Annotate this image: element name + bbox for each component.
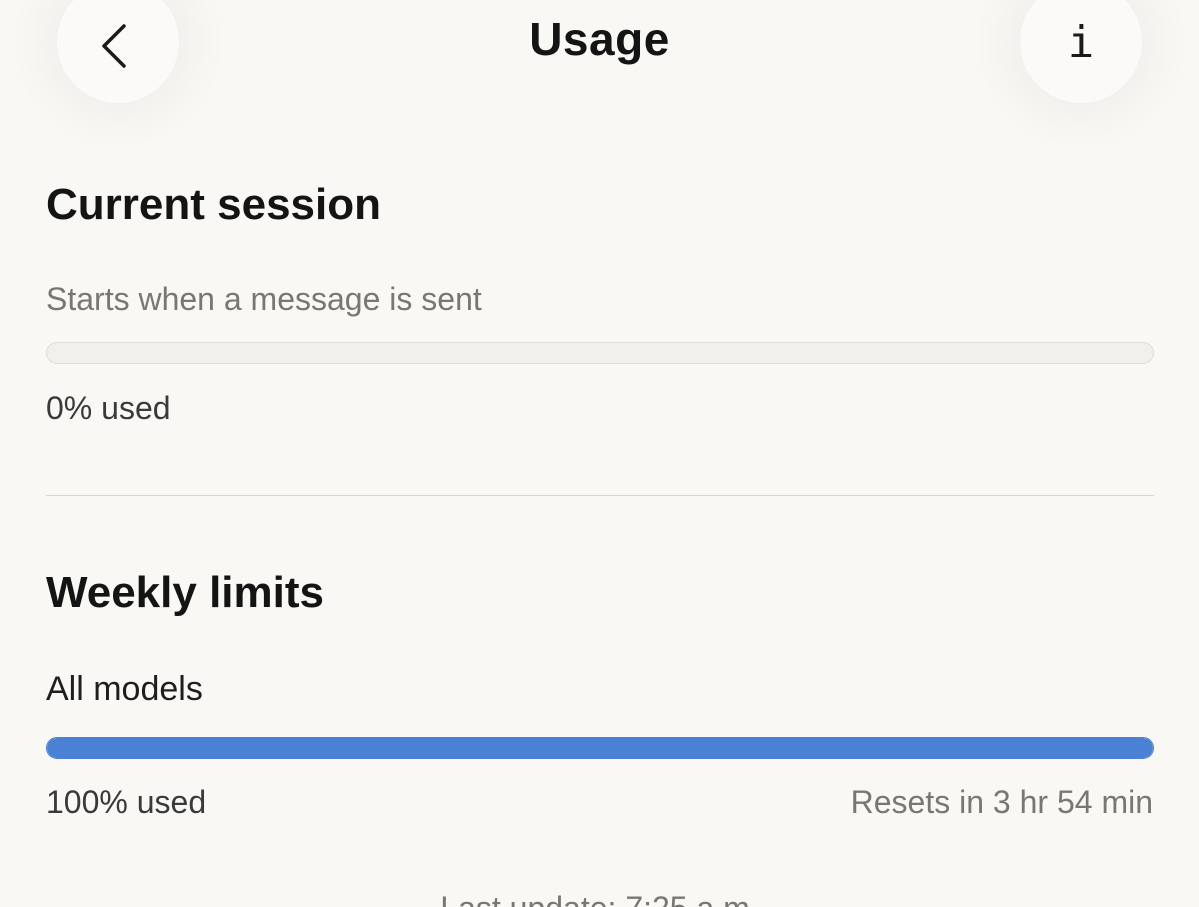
info-icon: i [1067,17,1095,68]
all-models-resets-label: Resets in 3 hr 54 min [850,784,1153,820]
all-models-progress-bar [46,737,1154,759]
last-update-text: Last update: 7:25 a.m. [0,890,1199,907]
info-button[interactable]: i [1020,0,1142,103]
all-models-used-label: 100% used [46,784,207,820]
current-session-used-label: 0% used [46,390,171,426]
weekly-limits-title: Weekly limits [46,568,324,617]
header: Usage i [0,0,1199,110]
current-session-progress-bar [46,342,1154,364]
all-models-progress-fill [47,738,1153,758]
section-divider [46,495,1154,496]
all-models-label: All models [46,670,203,708]
usage-screen: Usage i Current session Starts when a me… [0,0,1199,907]
current-session-title: Current session [46,180,381,229]
current-session-subtitle: Starts when a message is sent [46,281,482,317]
